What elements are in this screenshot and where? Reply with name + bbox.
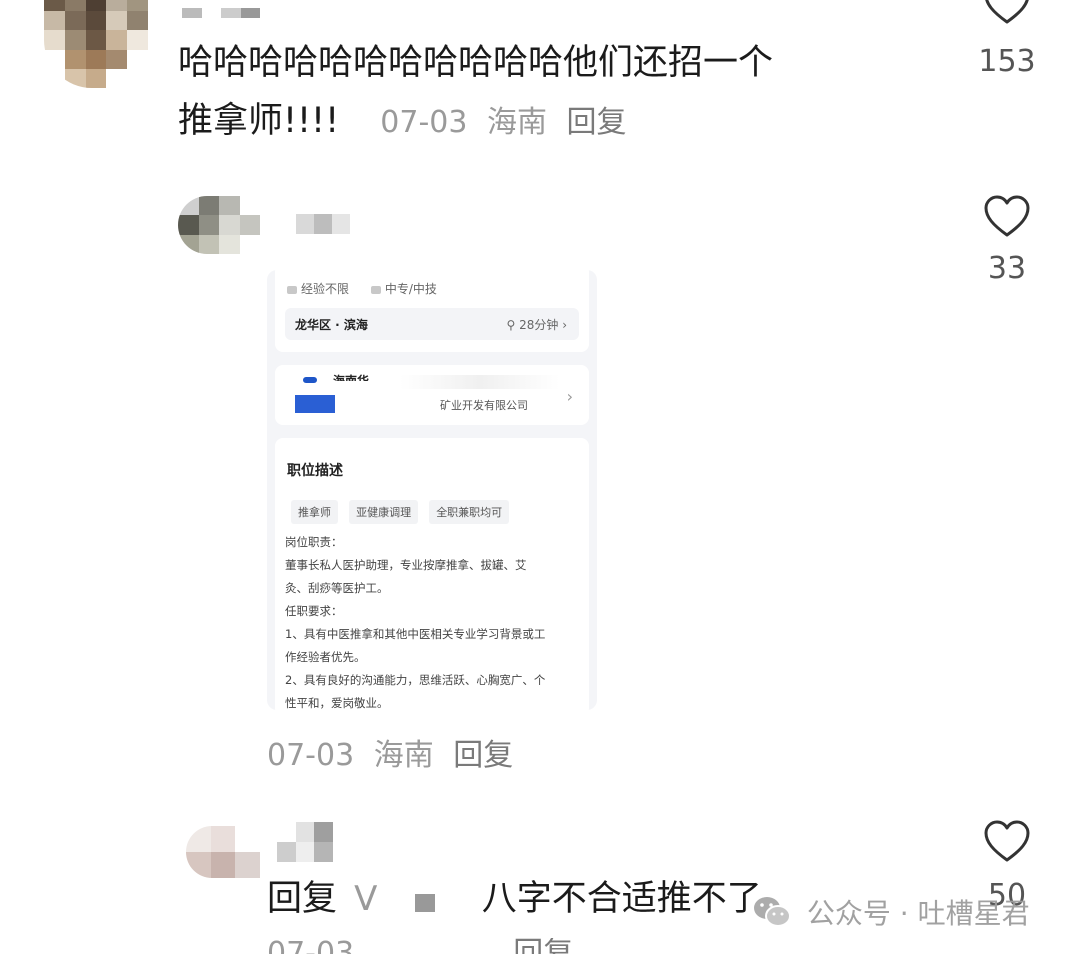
- chip-row: 推拿师 亚健康调理 全职兼职均可: [291, 500, 515, 524]
- job-description-card: 职位描述 推拿师 亚健康调理 全职兼职均可 岗位职责： 董事长私人医护助理，专业…: [275, 438, 589, 710]
- watermark: 公众号 · 吐槽星君: [752, 892, 1030, 932]
- comment-meta: 07-03 海南 回复: [267, 730, 523, 774]
- like-count: 33: [987, 251, 1027, 286]
- description-line: 任职要求：: [285, 604, 343, 618]
- like-button[interactable]: 153: [972, 0, 1042, 79]
- redacted-user: [414, 894, 435, 912]
- heart-icon: [984, 195, 1030, 237]
- comment-region: 海南: [373, 738, 434, 773]
- comment-text-line1: 哈哈哈哈哈哈哈哈哈哈哈他们还招一个: [178, 43, 774, 83]
- wechat-icon: [754, 897, 791, 927]
- location-text: 龙华区 · 滨海: [295, 318, 368, 332]
- company-header: 海南华: [333, 374, 370, 381]
- skill-chip: 推拿师: [291, 500, 338, 524]
- avatar[interactable]: [178, 196, 260, 254]
- skill-chip: 全职兼职均可: [429, 500, 510, 524]
- comment-meta: 07-03 回复: [267, 938, 583, 954]
- watermark-text: 公众号 · 吐槽星君: [806, 897, 1030, 930]
- reply-button[interactable]: 回复: [513, 938, 573, 954]
- job-tag-text: 经验不限: [301, 282, 350, 296]
- like-button[interactable]: 33: [972, 195, 1042, 286]
- company-logo: [295, 395, 335, 413]
- briefcase-icon: [287, 285, 297, 294]
- comment-text-line2: 推拿师!!!! 07-03 海南 回复: [178, 92, 958, 152]
- description-body: 岗位职责： 董事长私人医护助理，专业按摩推拿、拔罐、艾 灸、刮痧等医护工。 任职…: [285, 531, 585, 710]
- graduation-cap-icon: [370, 285, 381, 294]
- location-bar: 龙华区 · 滨海 ⚲ 28分钟 ›: [285, 308, 579, 340]
- username[interactable]: [296, 214, 350, 234]
- job-tag-text: 中专/中技: [384, 282, 437, 296]
- company-name: 矿业开发有限公司: [440, 399, 528, 412]
- chevron-right-icon: ›: [566, 387, 573, 406]
- job-tag: 经验不限: [287, 282, 349, 296]
- comment-date: 07-03: [380, 105, 468, 140]
- company-logo-icon: [303, 377, 317, 383]
- description-line: 性平和，爱岗敬业。: [285, 696, 389, 710]
- description-line: 董事长私人医护助理，专业按摩推拿、拔罐、艾: [285, 558, 527, 572]
- bike-icon: ⚲: [506, 318, 520, 332]
- avatar[interactable]: [44, 0, 148, 88]
- comment-date: 07-03: [267, 738, 355, 773]
- description-line: 岗位职责：: [285, 535, 343, 549]
- reply-button[interactable]: 回复: [567, 105, 627, 140]
- reply-button[interactable]: 回复: [453, 738, 513, 773]
- description-title: 职位描述: [287, 463, 343, 479]
- job-summary-card: 经验不限 中专/中技 龙华区 · 滨海 ⚲ 28分钟 ›: [275, 270, 589, 352]
- description-line: 作经验者优先。: [285, 650, 366, 664]
- avatar[interactable]: [186, 826, 260, 878]
- like-count: 153: [978, 44, 1036, 79]
- heart-icon: [984, 820, 1030, 862]
- redaction: [400, 375, 560, 389]
- comment-region: 海南: [487, 105, 547, 140]
- job-tag: 中专/中技: [370, 282, 437, 296]
- reply-prefix: 回复: [267, 879, 338, 919]
- username[interactable]: [277, 822, 333, 862]
- username[interactable]: [182, 8, 260, 18]
- comment-date: 07-03: [267, 938, 354, 954]
- comment-text: 哈哈哈哈哈哈哈哈哈哈哈他们还招一个 推拿师!!!! 07-03 海南 回复: [178, 34, 958, 152]
- comment-text-line2-content: 推拿师!!!!: [178, 101, 340, 141]
- description-line: 灸、刮痧等医护工。: [285, 581, 389, 595]
- commute-time: ⚲ 28分钟 ›: [506, 318, 567, 332]
- description-line: 1、具有中医推拿和其他中医相关专业学习背景或工: [285, 627, 546, 641]
- description-line: 2、具有良好的沟通能力，思维活跃、心胸宽广、个: [285, 673, 546, 687]
- skill-chip: 亚健康调理: [349, 500, 419, 524]
- comment-body: 八字不合适推不了: [481, 879, 762, 919]
- reply-to-user[interactable]: V: [354, 879, 377, 919]
- job-tags: 经验不限 中专/中技: [287, 280, 455, 297]
- comment-text: 回复 V 八字不合适推不了: [267, 870, 762, 928]
- attached-image[interactable]: 经验不限 中专/中技 龙华区 · 滨海 ⚲ 28分钟 › 海南华 矿业开发有限公…: [267, 270, 597, 710]
- heart-icon: [985, 0, 1029, 24]
- commute-text: 28分钟: [519, 318, 559, 332]
- company-card: 海南华 矿业开发有限公司 ›: [275, 365, 589, 425]
